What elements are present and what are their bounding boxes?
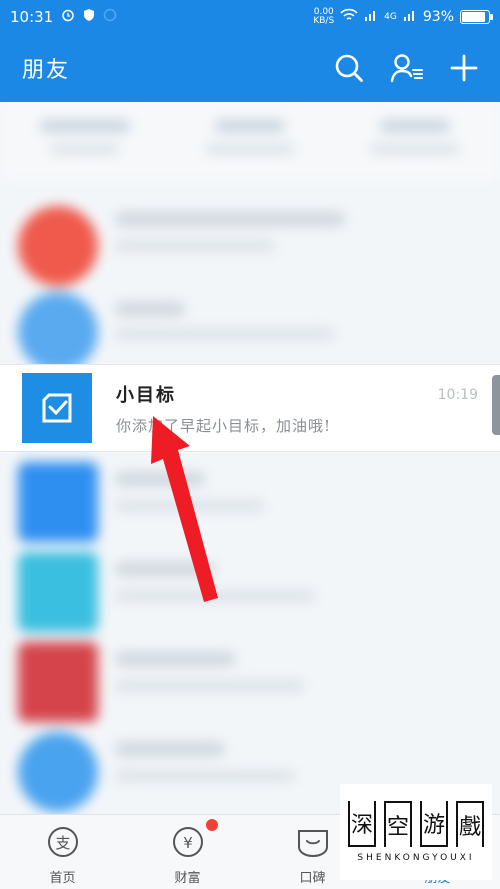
add-icon[interactable]	[450, 54, 478, 82]
network-type: 4G	[384, 12, 397, 22]
app-header: 朋友	[0, 34, 500, 102]
svg-text:¥: ¥	[183, 834, 193, 852]
search-icon[interactable]	[334, 53, 364, 83]
tab-home[interactable]: 支 首页	[0, 815, 125, 889]
app-notification-icon	[103, 8, 117, 26]
list-item[interactable]	[0, 634, 500, 722]
yen-icon: ¥	[171, 825, 205, 863]
conversation-list[interactable]: 小目标 你添加了早起小目标，加油哦! 10:19	[0, 102, 500, 814]
battery-icon	[460, 10, 493, 24]
contact-message: 你添加了早起小目标，加油哦!	[116, 416, 332, 435]
watermark-char: 戲	[456, 801, 484, 847]
watermark-char: 游	[420, 801, 448, 847]
alipay-icon: 支	[46, 825, 80, 863]
notification-badge	[206, 819, 218, 831]
koubei-icon	[295, 825, 331, 863]
watermark-char: 深	[348, 801, 376, 847]
shield-icon	[83, 8, 95, 26]
watermark-logo: 深 空 游 戲 SHENKONGYOUXI	[340, 784, 492, 880]
contact-time: 10:19	[437, 387, 478, 403]
battery-percent: 93%	[422, 9, 454, 25]
tab-wealth[interactable]: ¥ 财富	[125, 815, 250, 889]
svg-text:支: 支	[55, 834, 70, 852]
signal-icon-2	[403, 8, 417, 26]
page-title: 朋友	[22, 58, 71, 83]
checkbox-icon	[42, 393, 72, 423]
alarm-icon	[61, 8, 75, 26]
signal-icon	[364, 8, 378, 26]
watermark-subtitle: SHENKONGYOUXI	[357, 853, 475, 863]
wifi-icon	[340, 8, 358, 26]
contacts-icon[interactable]	[390, 53, 424, 83]
status-time: 10:31	[10, 8, 54, 26]
list-item[interactable]	[0, 198, 500, 286]
scrollbar[interactable]	[492, 375, 500, 435]
net-speed: 0.00 KB/S	[313, 7, 335, 26]
blurred-shortcuts	[0, 102, 500, 180]
status-bar: 10:31 0.00 KB/S 4G 93%	[0, 0, 500, 34]
list-item-small-goal[interactable]: 小目标 你添加了早起小目标，加油哦! 10:19	[0, 364, 500, 452]
list-item[interactable]	[0, 284, 500, 372]
watermark-char: 空	[384, 801, 412, 847]
list-item[interactable]	[0, 454, 500, 542]
list-item[interactable]	[0, 544, 500, 632]
small-goal-avatar	[22, 373, 92, 443]
